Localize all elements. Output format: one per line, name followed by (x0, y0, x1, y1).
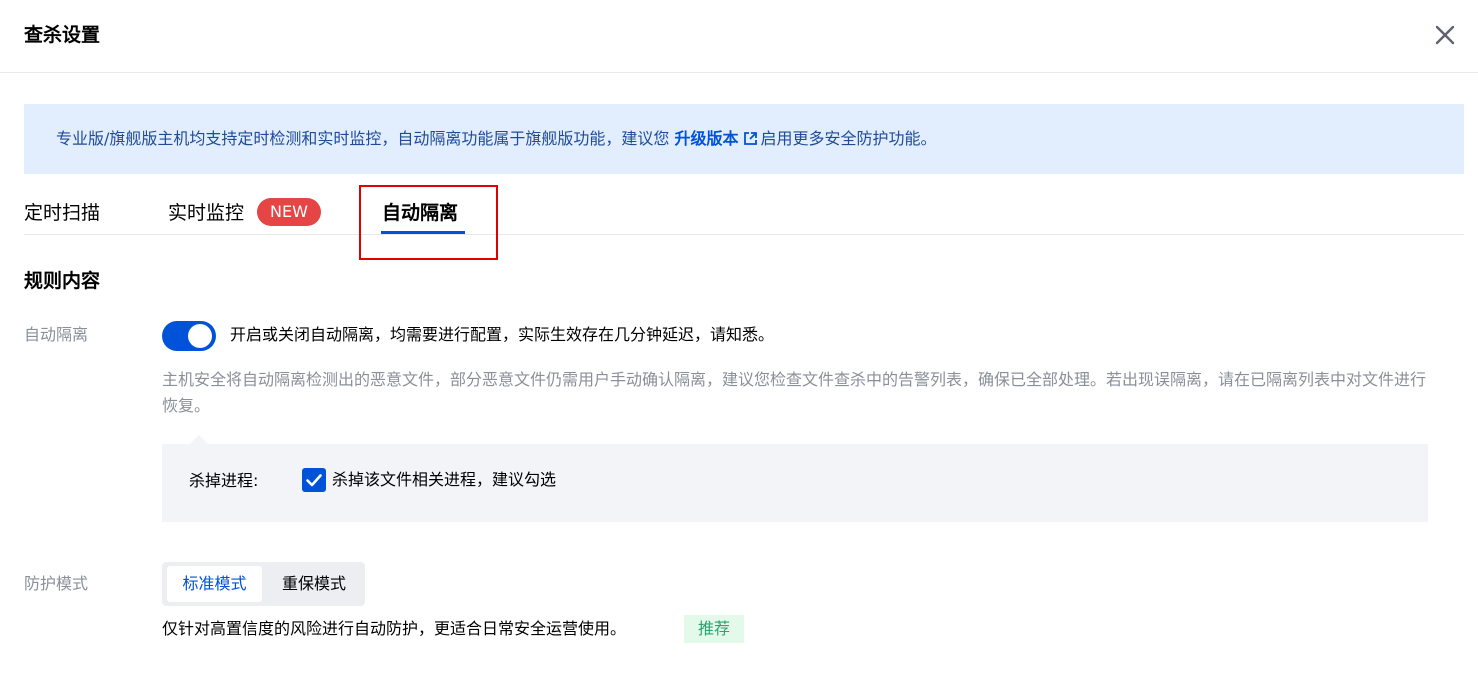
kill-process-checkbox[interactable] (302, 468, 326, 492)
upgrade-notice: 专业版/旗舰版主机均支持定时检测和实时监控，自动隔离功能属于旗舰版功能，建议您 … (24, 104, 1464, 174)
auto-isolate-toggle[interactable] (162, 321, 216, 351)
protection-mode-selector: 标准模式 重保模式 (162, 562, 365, 606)
section-title: 规则内容 (24, 270, 101, 292)
close-icon[interactable] (1430, 20, 1460, 50)
tab-scheduled-scan[interactable]: 定时扫描 (24, 200, 100, 226)
toggle-knob (188, 324, 212, 348)
new-badge: NEW (257, 198, 321, 226)
external-link-icon[interactable] (743, 131, 758, 146)
notice-text: 专业版/旗舰版主机均支持定时检测和实时监控，自动隔离功能属于旗舰版功能，建议您 … (56, 128, 937, 150)
notice-text-before: 专业版/旗舰版主机均支持定时检测和实时监控，自动隔离功能属于旗舰版功能，建议您 (56, 129, 670, 148)
check-icon (306, 474, 322, 487)
kill-process-panel: 杀掉进程: 杀掉该文件相关进程，建议勾选 (162, 435, 1428, 522)
mode-option-high-protection[interactable]: 重保模式 (267, 566, 361, 602)
panel-arrow (190, 435, 208, 444)
kill-process-checkbox-label[interactable]: 杀掉该文件相关进程，建议勾选 (332, 468, 556, 492)
settings-tabs: 定时扫描 实时监控 NEW 自动隔离 (24, 190, 1464, 235)
notice-text-after: 启用更多安全防护功能。 (760, 129, 937, 148)
toggle-description: 开启或关闭自动隔离，均需要进行配置，实际生效存在几分钟延迟，请知悉。 (230, 325, 775, 344)
kill-process-label: 杀掉进程: (189, 471, 259, 490)
dialog-title: 查杀设置 (24, 24, 101, 46)
tab-realtime-monitor[interactable]: 实时监控 (168, 200, 244, 226)
recommend-tag: 推荐 (684, 615, 744, 643)
protection-mode-label: 防护模式 (24, 574, 89, 593)
auto-isolate-label: 自动隔离 (24, 325, 89, 344)
protection-mode-description: 仅针对高置信度的风险进行自动防护，更适合日常安全运营使用。 (162, 619, 627, 638)
auto-isolate-description: 主机安全将自动隔离检测出的恶意文件，部分恶意文件仍需用户手动确认隔离，建议您检查… (162, 370, 1427, 415)
dialog-header: 查杀设置 (0, 0, 1478, 73)
upgrade-link[interactable]: 升级版本 (675, 129, 739, 148)
mode-option-standard[interactable]: 标准模式 (167, 566, 262, 602)
active-tab-indicator (381, 231, 465, 234)
tab-auto-isolate[interactable]: 自动隔离 (382, 200, 458, 226)
